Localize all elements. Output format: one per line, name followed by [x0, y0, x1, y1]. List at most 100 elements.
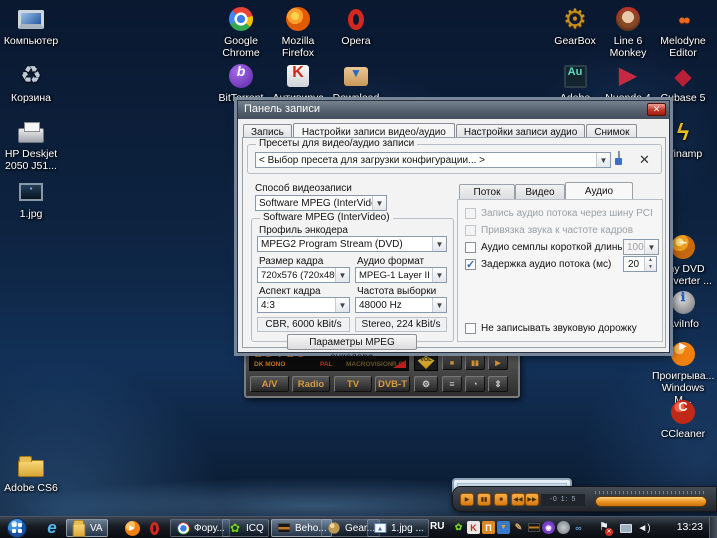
tv-source-av-button[interactable]: A/V	[250, 376, 289, 392]
tv-source-dvbt-button[interactable]: DVB-T	[375, 376, 410, 392]
player-next-button[interactable]: ▶▶	[525, 493, 539, 506]
taskbar-opera-icon[interactable]	[146, 520, 162, 536]
taskbar-button-forum[interactable]: Фору...	[170, 519, 230, 537]
short-samples-combobox[interactable]: 100▼	[623, 239, 659, 255]
desktop-icon-melodyne[interactable]: ●● Melodyne Editor	[652, 5, 714, 59]
tv-play-button[interactable]: ▶	[488, 354, 508, 370]
desktop-icon-recycle-bin[interactable]: ♻ Корзина	[0, 62, 62, 104]
desktop-icon-computer[interactable]: Компьютер	[0, 5, 62, 47]
checkbox-box[interactable]	[465, 323, 476, 334]
chevron-down-icon: ▼	[432, 298, 446, 312]
start-button[interactable]	[7, 518, 27, 538]
desktop-icon-opera[interactable]: Opera	[325, 5, 387, 47]
stop-icon: ■	[450, 360, 454, 367]
player-pause-button[interactable]: ▮▮	[477, 493, 491, 506]
delete-preset-button[interactable]: ✕	[639, 152, 650, 168]
tray-action-center-icon[interactable]	[596, 520, 612, 536]
firefox-icon	[267, 5, 329, 33]
spinner-up-down-icon[interactable]: ▲▼	[644, 257, 656, 271]
desktop-icon-nuendo[interactable]: ▶ Nuendo 4	[597, 62, 659, 104]
desktop-icon-printer[interactable]: HP Deskjet 2050 J51...	[0, 118, 62, 172]
checkbox-pci-stream[interactable]: Запись аудио потока через шину PCI	[465, 208, 653, 219]
tv-source-tv-button[interactable]: TV	[334, 376, 372, 392]
aspect-combobox[interactable]: 4:3▼	[257, 297, 350, 313]
kaspersky-icon: K	[267, 62, 329, 90]
desktop-icon-adobe-cs6[interactable]: Adobe CS6	[0, 452, 62, 494]
tv-source-radio-button[interactable]: Radio	[292, 376, 330, 392]
close-button[interactable]: ✕	[647, 103, 666, 116]
player-prev-button[interactable]: ◀◀	[511, 493, 525, 506]
tv-lcd-digits: 13:25	[254, 354, 308, 361]
method-combobox[interactable]: Software MPEG (InterVideo)▼	[255, 195, 387, 211]
sample-rate-combobox[interactable]: 48000 Hz▼	[355, 297, 447, 313]
presets-group-label: Пресеты для видео/аудио записи	[256, 138, 417, 149]
save-preset-button[interactable]	[618, 152, 620, 163]
tray-punto-icon[interactable]: П	[482, 521, 495, 534]
desktop-icon-bittorrent[interactable]: b BitTorrent	[210, 62, 272, 104]
show-desktop-button[interactable]	[709, 517, 717, 538]
mpeg-params-button[interactable]: Параметры MPEG энкодера	[287, 334, 417, 350]
preset-combobox[interactable]: < Выбор пресета для загрузки конфигураци…	[255, 152, 611, 168]
dialog-titlebar[interactable]: Панель записи ✕	[238, 101, 669, 119]
desktop-icon-download[interactable]: ▼ Download	[325, 62, 387, 104]
tv-channel-updown-button[interactable]: ⇕	[488, 376, 508, 392]
tray-volume-icon[interactable]: ◄)	[636, 520, 652, 536]
pause-icon: ▮▮	[481, 497, 488, 503]
profile-combobox[interactable]: MPEG2 Program Stream (DVD)▼	[257, 236, 447, 252]
taskbar-wmp-icon[interactable]: ▶	[124, 520, 140, 536]
tray-behold-icon[interactable]	[527, 521, 540, 534]
tray-search-icon[interactable]: ∞	[572, 521, 585, 534]
desktop-icon-firefox[interactable]: Mozilla Firefox	[267, 5, 329, 59]
checkbox-box[interactable]	[465, 225, 476, 236]
sample-rate-label: Частота выборки	[357, 286, 436, 297]
desktop-icon-line6-monkey[interactable]: Line 6 Monkey	[597, 5, 659, 59]
image-viewer-icon: ▲	[374, 522, 387, 535]
desktop-icon-ccleaner[interactable]: C CCleaner	[652, 398, 714, 440]
tray-bittorrent-icon[interactable]: ◉	[542, 521, 555, 534]
tray-network-icon[interactable]	[618, 520, 634, 536]
taskbar-ie-icon[interactable]: e	[44, 520, 60, 536]
tv-settings-button[interactable]: ⚙	[414, 376, 438, 392]
tray-brush-icon[interactable]: ✎	[512, 521, 525, 534]
checkbox-box[interactable]	[465, 208, 476, 219]
player-seek-bar[interactable]	[595, 496, 707, 507]
taskbar-button-1jpg[interactable]: ▲ 1.jpg ...	[367, 519, 429, 537]
taskbar-button-icq[interactable]: ✿ ICQ	[222, 519, 269, 537]
tv-volume-control[interactable]: VOL	[414, 354, 438, 371]
checkbox-audio-delay[interactable]: Задержка аудио потока (мс)	[465, 259, 611, 270]
checkbox-no-audio-track[interactable]: Не записывать звуковую дорожку	[465, 323, 637, 334]
language-indicator[interactable]: RU	[430, 521, 444, 532]
rtab-stream[interactable]: Поток	[459, 184, 515, 200]
desktop-icon-antivirus[interactable]: K Антивирус	[267, 62, 329, 104]
audio-format-label: Аудио формат	[357, 256, 424, 267]
player-play-button[interactable]: ▶	[460, 493, 474, 506]
rtab-audio[interactable]: Аудио	[565, 182, 633, 200]
player-time-display: -0 1: 5	[541, 494, 585, 506]
tv-list-button[interactable]: ≡	[442, 376, 462, 392]
tv-stop-button[interactable]: ■	[442, 354, 462, 370]
tray-download-master-icon[interactable]: ▼	[497, 521, 510, 534]
player-stop-button[interactable]: ■	[494, 493, 508, 506]
audio-delay-spinner[interactable]: 20 ▲▼	[623, 256, 657, 272]
desktop-icon-cubase[interactable]: ◆ Cubase 5	[652, 62, 714, 104]
pause-icon: ▮▮	[471, 360, 479, 367]
desktop-icon-chrome[interactable]: Google Chrome	[210, 5, 272, 59]
tv-lcd-display: 13:25 DK MONO PAL MACROVISION R.O	[249, 354, 409, 371]
tray-icq-icon[interactable]: ✿	[452, 521, 465, 534]
tray-app-icon[interactable]	[557, 521, 570, 534]
tv-pause-button[interactable]: ▮▮	[465, 354, 485, 370]
audio-format-combobox[interactable]: MPEG-1 Layer II▼	[355, 267, 447, 283]
tray-kaspersky-icon[interactable]: K	[467, 521, 480, 534]
checkbox-sync-framerate[interactable]: Привязка звука к частоте кадров	[465, 225, 633, 236]
checkbox-box[interactable]	[465, 242, 476, 253]
recording-panel-dialog: Панель записи ✕ Запись Настройки записи …	[237, 100, 670, 353]
desktop-icon-1jpg[interactable]: ▪ 1.jpg	[0, 178, 62, 220]
tab-page: Пресеты для видео/аудио записи < Выбор п…	[242, 137, 666, 348]
checkbox-short-samples[interactable]: Аудио семплы короткой длины (мс)	[465, 242, 646, 253]
tv-timer-button[interactable]: ◔	[465, 376, 485, 392]
checkbox-box[interactable]	[465, 259, 476, 270]
taskbar-button-va[interactable]: VA	[66, 519, 108, 537]
player-tick-marks	[595, 491, 705, 494]
rtab-video[interactable]: Видео	[515, 184, 565, 200]
frame-size-combobox[interactable]: 720x576 (720x480)▼	[257, 267, 350, 283]
